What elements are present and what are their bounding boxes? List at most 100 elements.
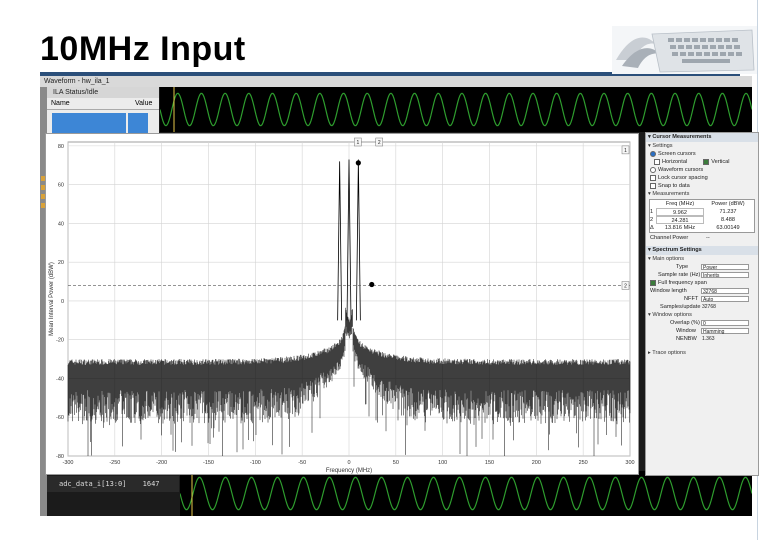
y-tick-label: 20 (58, 260, 64, 266)
signal-table-header: Name Value (47, 98, 159, 110)
window-options-label: Window options (652, 312, 692, 318)
type-label: Type (676, 264, 689, 270)
sample-rate-select[interactable]: Inherits (701, 272, 749, 279)
waveform-toolbar: Waveform - hw_ila_1 (40, 76, 752, 87)
measurements-label: Measurements (652, 191, 690, 197)
cursor-tag-label: 1 (356, 140, 359, 146)
window-length-label: Window length (650, 288, 687, 294)
window-row: Window Hamming (646, 327, 758, 335)
screen-cursors-radio[interactable] (650, 150, 656, 157)
window-select[interactable]: Hamming (701, 328, 749, 335)
snap-checkbox[interactable] (650, 182, 656, 189)
samples-update-row: Samples/update 32768 (646, 303, 758, 311)
y-tick-label: -80 (56, 454, 64, 460)
snap-label: Snap to data (658, 183, 690, 189)
cursor-marker (369, 281, 375, 288)
cursor-measurements-label: Cursor Measurements (652, 134, 712, 140)
vertical-label: Vertical (711, 159, 730, 165)
type-row: Type Power (646, 263, 758, 271)
waveform-trace (160, 92, 752, 127)
top-waveform (160, 87, 752, 132)
cursor-axis-options: Horizontal Vertical (646, 158, 758, 166)
lock-spacing-option[interactable]: Lock cursor spacing (646, 174, 758, 182)
y-tick-label: 80 (58, 144, 64, 150)
waveform-cursors-radio[interactable] (650, 166, 656, 173)
row-freq: 24.281 (656, 216, 704, 224)
snap-option[interactable]: Snap to data (646, 182, 758, 190)
full-span-option[interactable]: Full frequency span (646, 279, 758, 287)
waveform-cursors-label: Waveform cursors (658, 167, 704, 173)
value-column-header[interactable]: Value (131, 98, 152, 109)
nfft-select[interactable]: Auto (701, 296, 749, 303)
vertical-checkbox[interactable] (703, 158, 710, 165)
x-tick-label: 250 (579, 460, 588, 466)
sample-rate-row: Sample rate (Hz) Inherits (646, 271, 758, 279)
ila-status-title: ILA Status/Idle (47, 87, 159, 98)
x-tick-label: 300 (625, 460, 634, 466)
window-label: Window (676, 328, 696, 334)
row-power: 8.488 (721, 217, 735, 223)
y-tick-label: -20 (56, 338, 64, 344)
screen-cursors-option[interactable]: Screen cursors (646, 150, 758, 158)
spectrum-settings-header[interactable]: ▾ Spectrum Settings (646, 246, 758, 255)
y-tick-label: 60 (58, 183, 64, 189)
sample-rate-label: Sample rate (Hz) (658, 272, 701, 278)
y-axis-label: Mean Interval Power (dBW) (49, 262, 55, 336)
y-tick-label: -40 (56, 376, 64, 382)
full-span-checkbox[interactable] (650, 279, 656, 286)
horizontal-label: Horizontal (662, 159, 688, 165)
lock-spacing-checkbox[interactable] (650, 174, 656, 181)
spectrum-settings-label: Spectrum Settings (652, 247, 702, 253)
x-axis-label: Frequency (MHz) (326, 468, 372, 474)
cursor-tag-label: 1 (624, 148, 627, 154)
window-options-subheader[interactable]: ▾ Window options (646, 311, 758, 319)
cursor-tag-label: 2 (378, 140, 381, 146)
trace-options-subheader[interactable]: ▸ Trace options (646, 349, 758, 357)
slide-border (757, 0, 778, 540)
measurements-subheader[interactable]: ▾ Measurements (646, 190, 758, 198)
settings-subheader[interactable]: ▾ Settings (646, 142, 758, 150)
cursor-measurements-header[interactable]: ▾ Cursor Measurements (646, 133, 758, 142)
overlap-row: Overlap (%) 0 (646, 319, 758, 327)
y-tick-label: 0 (61, 299, 64, 305)
overlap-input[interactable]: 0 (701, 320, 749, 327)
channel-power-label: Channel Power (650, 235, 689, 241)
x-tick-label: -200 (156, 460, 167, 466)
row-power: 71.237 (719, 209, 737, 215)
samples-update-value: 32768 (702, 304, 716, 310)
x-tick-label: -100 (250, 460, 261, 466)
nenbw-row: NENBW 1.363 (646, 335, 758, 343)
channel-power-value: -- (706, 235, 710, 241)
channel-power-row: Channel Power -- (646, 234, 758, 242)
y-tick-label: 40 (58, 221, 64, 227)
bottom-signal-name: adc_data_i[13:0] (59, 480, 127, 488)
window-length-input[interactable]: 32768 (701, 288, 749, 295)
main-options-subheader[interactable]: ▾ Main options (646, 255, 758, 263)
screen-cursors-label: Screen cursors (658, 151, 696, 157)
name-column-header[interactable]: Name (47, 98, 131, 109)
type-select[interactable]: Power (701, 264, 749, 271)
table-row: Δ 13.816 MHz 63.00149 (650, 224, 754, 232)
cursor-tag-label: 2 (624, 283, 627, 289)
slide-logo (612, 26, 758, 74)
main-options-label: Main options (652, 256, 685, 262)
row-freq: 9.962 (656, 208, 704, 216)
waveform-trace (180, 476, 752, 511)
waveform-title: Waveform - hw_ila_1 (44, 78, 110, 85)
slide-title: 10MHz Input (40, 30, 246, 68)
horizontal-checkbox[interactable] (654, 158, 660, 165)
bottom-signal-row[interactable]: adc_data_i[13:0] 1647 (47, 476, 179, 492)
x-tick-label: 200 (532, 460, 541, 466)
bottom-signal-value: 1647 (142, 480, 160, 488)
table-header-row: Freq (MHz) Power (dBW) (650, 200, 754, 208)
x-tick-label: 100 (438, 460, 447, 466)
samples-update-label: Samples/update (660, 304, 701, 310)
x-tick-label: 50 (393, 460, 399, 466)
bottom-waveform (180, 471, 752, 516)
row-freq: 13.816 MHz (664, 225, 696, 231)
spectrum-plot: -300 -250 -200 -150 -100 -50 0 50 100 150 200 250 30… (45, 133, 639, 475)
window-length-row: Window length 32768 (646, 287, 758, 295)
power-header: Power (dBW) (711, 201, 745, 207)
waveform-cursors-option[interactable]: Waveform cursors (646, 166, 758, 174)
nenbw-label: NENBW (676, 336, 697, 342)
